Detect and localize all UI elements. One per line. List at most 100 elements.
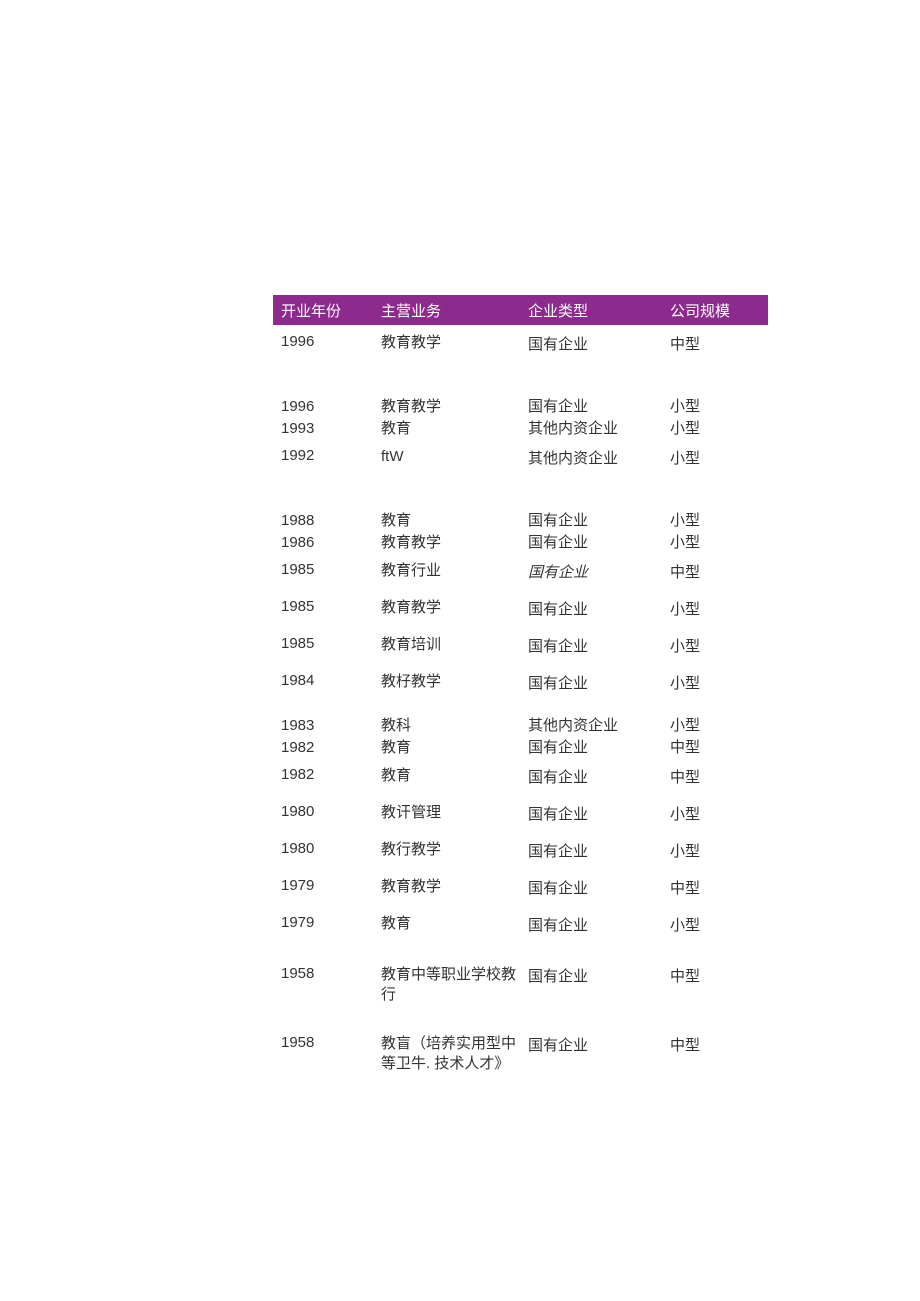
cell-size: 中型: [670, 738, 768, 758]
cell-type: 国有企业: [528, 635, 670, 656]
cell-year: 1983: [273, 716, 381, 736]
cell-year: 1982: [273, 738, 381, 758]
table-row: 1993教育其他内资企业小型: [273, 418, 768, 440]
table-row: 1979教育教学国有企业中型: [273, 869, 768, 906]
cell-business: 教育行业: [381, 561, 528, 581]
data-table: 开业年份 主营业务 企业类型 公司规模 1996教育教学国有企业中型1996教育…: [273, 295, 768, 1081]
cell-business: 教育: [381, 914, 528, 934]
cell-type: 国有企业: [528, 840, 670, 861]
cell-size: 中型: [670, 766, 768, 787]
cell-size: 小型: [670, 716, 768, 736]
cell-size: 小型: [670, 840, 768, 861]
header-size: 公司规模: [670, 300, 768, 321]
cell-year: 1958: [273, 1034, 381, 1051]
cell-size: 小型: [670, 598, 768, 619]
cell-business: ftW: [381, 447, 528, 467]
cell-business: 教育教学: [381, 533, 528, 553]
cell-business: 教行教学: [381, 840, 528, 860]
cell-business: 教育教学: [381, 877, 528, 897]
cell-year: 1979: [273, 877, 381, 894]
cell-year: 1958: [273, 965, 381, 982]
cell-year: 1993: [273, 419, 381, 439]
header-year: 开业年份: [273, 300, 381, 321]
cell-size: 小型: [670, 419, 768, 439]
cell-type: 其他内资企业: [528, 447, 670, 468]
table-row: 1996教育教学国有企业中型: [273, 325, 768, 362]
cell-type: 国有企业: [528, 561, 670, 582]
cell-size: 小型: [670, 914, 768, 935]
cell-type: 国有企业: [528, 965, 670, 986]
cell-size: 中型: [670, 561, 768, 582]
cell-type: 国有企业: [528, 533, 670, 553]
cell-type: 国有企业: [528, 511, 670, 531]
cell-type: 其他内资企业: [528, 419, 670, 439]
cell-type: 国有企业: [528, 397, 670, 417]
cell-size: 中型: [670, 877, 768, 898]
cell-business: 教育教学: [381, 333, 528, 353]
cell-year: 1996: [273, 333, 381, 350]
cell-type: 国有企业: [528, 1034, 670, 1055]
cell-type: 国有企业: [528, 333, 670, 354]
cell-year: 1986: [273, 533, 381, 553]
cell-size: 中型: [670, 1034, 768, 1055]
cell-business: 教育教学: [381, 397, 528, 417]
table-row: 1985教育行业国有企业中型: [273, 553, 768, 590]
cell-size: 小型: [670, 672, 768, 693]
cell-business: 教育: [381, 419, 528, 439]
table-row: 1982教育国有企业中型: [273, 737, 768, 759]
table-row: 1986教育教学国有企业小型: [273, 532, 768, 554]
table-row: 1996教育教学国有企业小型: [273, 396, 768, 418]
cell-business: 教杍教学: [381, 672, 528, 692]
cell-size: 小型: [670, 803, 768, 824]
cell-business: 教盲（培养实用型中等卫牛. 技术人才》: [381, 1034, 528, 1073]
cell-year: 1988: [273, 511, 381, 531]
cell-year: 1985: [273, 598, 381, 615]
table-row: 1984教杍教学国有企业小型: [273, 664, 768, 701]
table-row: 1992ftW其他内资企业小型: [273, 439, 768, 476]
cell-year: 1980: [273, 803, 381, 820]
table-row: 1982教育国有企业中型: [273, 758, 768, 795]
table-header: 开业年份 主营业务 企业类型 公司规模: [273, 295, 768, 325]
cell-type: 国有企业: [528, 672, 670, 693]
table-row: 1958教育中等职业学校教行国有企业中型: [273, 957, 768, 1012]
cell-year: 1980: [273, 840, 381, 857]
cell-year: 1979: [273, 914, 381, 931]
cell-year: 1984: [273, 672, 381, 689]
cell-type: 国有企业: [528, 766, 670, 787]
cell-year: 1985: [273, 561, 381, 578]
table-row: 1980教讦管理国有企业小型: [273, 795, 768, 832]
cell-size: 中型: [670, 333, 768, 354]
table-row: 1983教科其他内资企业小型: [273, 715, 768, 737]
header-business: 主营业务: [381, 300, 528, 321]
cell-type: 国有企业: [528, 914, 670, 935]
cell-year: 1982: [273, 766, 381, 783]
cell-business: 教育中等职业学校教行: [381, 965, 528, 1004]
table-row: 1980教行教学国有企业小型: [273, 832, 768, 869]
cell-type: 其他内资企业: [528, 716, 670, 736]
table-row: 1985教育教学国有企业小型: [273, 590, 768, 627]
table-row: 1979教育国有企业小型: [273, 906, 768, 943]
cell-business: 教育教学: [381, 598, 528, 618]
cell-business: 教育: [381, 511, 528, 531]
cell-year: 1985: [273, 635, 381, 652]
cell-business: 教育: [381, 738, 528, 758]
cell-size: 小型: [670, 397, 768, 417]
cell-business: 教讦管理: [381, 803, 528, 823]
cell-size: 小型: [670, 447, 768, 468]
cell-size: 中型: [670, 965, 768, 986]
cell-size: 小型: [670, 511, 768, 531]
table-row: 1988教育国有企业小型: [273, 510, 768, 532]
cell-type: 国有企业: [528, 877, 670, 898]
cell-business: 教育: [381, 766, 528, 786]
table-row: 1985教育培训国有企业小型: [273, 627, 768, 664]
table-body: 1996教育教学国有企业中型1996教育教学国有企业小型1993教育其他内资企业…: [273, 325, 768, 1081]
cell-size: 小型: [670, 635, 768, 656]
table-row: 1958教盲（培养实用型中等卫牛. 技术人才》国有企业中型: [273, 1026, 768, 1081]
cell-type: 国有企业: [528, 738, 670, 758]
cell-business: 教科: [381, 716, 528, 736]
cell-type: 国有企业: [528, 803, 670, 824]
cell-type: 国有企业: [528, 598, 670, 619]
cell-year: 1992: [273, 447, 381, 464]
header-type: 企业类型: [528, 300, 670, 321]
cell-size: 小型: [670, 533, 768, 553]
